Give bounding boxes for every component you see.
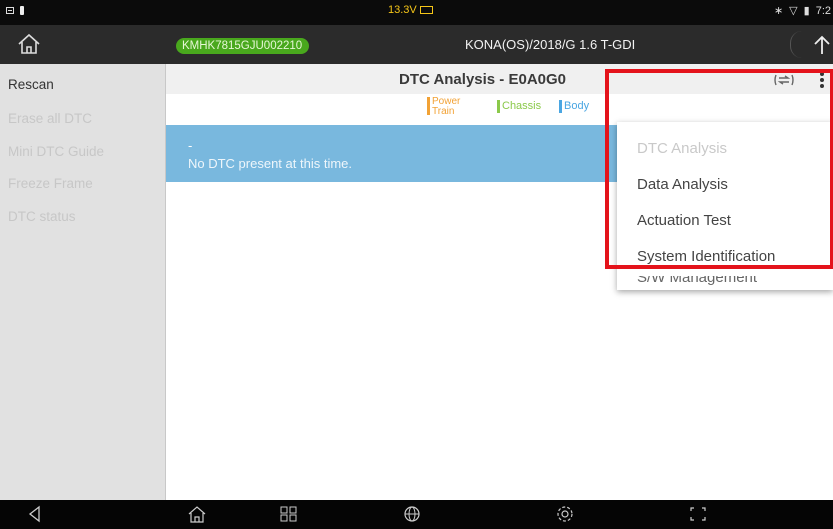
apps-icon [280, 506, 297, 522]
legend-swatch [427, 97, 430, 115]
back-icon [28, 505, 40, 523]
dtc-message: No DTC present at this time. [188, 156, 352, 171]
nav-home-button[interactable] [186, 504, 208, 524]
vehicle-info: KONA(OS)/2018/G 1.6 T-GDI [465, 37, 636, 52]
legend-label: Body [564, 100, 590, 112]
menu-item-sw-management[interactable]: S/W Management [637, 276, 757, 286]
globe-icon [404, 506, 420, 522]
apps-button[interactable] [278, 504, 300, 524]
legend-swatch [497, 100, 500, 113]
vehicle-battery-icon [419, 6, 433, 14]
legend-body: Body [559, 100, 589, 113]
home-icon [18, 33, 40, 54]
sidebar-item-freeze-frame[interactable]: Freeze Frame [8, 176, 93, 191]
sidebar: Rescan Erase all DTC Mini DTC Guide Free… [0, 64, 166, 500]
legend-chassis: Chassis [497, 100, 541, 113]
legend-power-train: Power Train [427, 97, 460, 117]
sidebar-item-mini-dtc-guide[interactable]: Mini DTC Guide [8, 144, 104, 159]
upload-button[interactable] [810, 32, 833, 58]
legend-label-line2: Train [432, 106, 455, 117]
sidebar-item-rescan[interactable]: Rescan [8, 77, 54, 92]
status-bar: 13.3V ∗ ▽ ▮ 7:2 [0, 0, 833, 25]
sidebar-item-dtc-status[interactable]: DTC status [8, 209, 76, 224]
battery-small-icon [20, 6, 24, 15]
status-left [6, 6, 24, 15]
legend-label: Power Train [432, 97, 460, 117]
message-icon [6, 7, 14, 14]
browser-button[interactable] [401, 504, 423, 524]
back-button[interactable] [24, 504, 46, 524]
home-icon [188, 506, 206, 523]
sidebar-item-erase-all-dtc[interactable]: Erase all DTC [8, 111, 92, 126]
voltage-text: 13.3V [388, 4, 417, 16]
home-button[interactable] [15, 31, 43, 57]
vin-badge: KMHK7815GJU002210 [176, 38, 310, 54]
wifi-icon: ▽ [789, 5, 798, 17]
app-bar: KMHK7815GJU002210 KONA(OS)/2018/G 1.6 T-… [0, 25, 833, 64]
dtc-code: - [188, 138, 193, 153]
screenshot-icon [690, 507, 706, 521]
legend-label: Chassis [502, 100, 542, 112]
arrow-up-icon [814, 35, 830, 54]
nav-bar [0, 500, 833, 529]
legend-swatch [559, 100, 562, 113]
screenshot-button[interactable] [687, 504, 709, 524]
highlight-box [605, 69, 833, 269]
settings-button[interactable] [554, 504, 576, 524]
clock: 7:2 [815, 4, 831, 17]
bluetooth-icon: ∗ [773, 5, 784, 17]
gear-icon [557, 506, 573, 522]
status-right: ∗ ▽ ▮ 7:2 [773, 4, 831, 18]
voltage-indicator: 13.3V [388, 4, 433, 16]
battery-icon: ▮ [803, 5, 810, 17]
page-title: DTC Analysis - E0A0G0 [399, 71, 566, 88]
